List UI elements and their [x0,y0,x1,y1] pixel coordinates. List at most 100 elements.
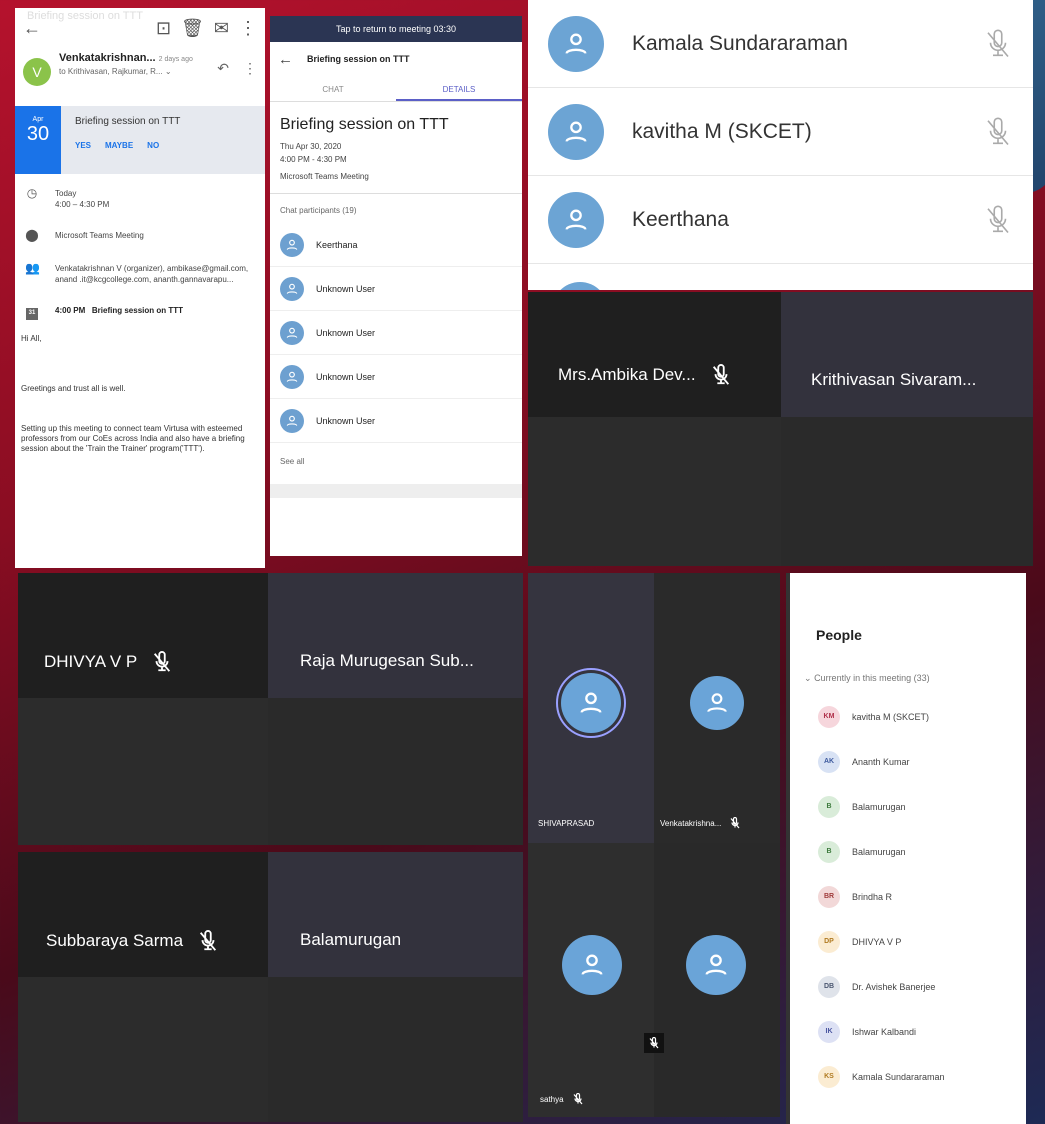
sender-time: 2 days ago [158,56,193,63]
chat-participant-row[interactable]: Unknown User [270,267,522,311]
chat-participants-label: Chat participants (19) [280,206,357,215]
reply-icon[interactable]: ↶ [217,60,229,77]
mic-off-icon [987,28,1009,57]
avatar [280,320,304,345]
video-tile[interactable]: Mrs.Ambika Dev... [528,292,781,417]
participant-name: Balamurugan [300,930,402,949]
return-to-meeting-banner[interactable]: Tap to return to meeting 03:30 [270,16,522,42]
chevron-down-icon[interactable]: ⌄ [165,67,172,76]
initials-avatar: IK [818,1020,840,1043]
participant-name: DHIVYA V P [44,652,138,671]
avatar [280,232,304,257]
participant-name: Raja Murugesan Sub... [300,651,474,670]
details-tabs: CHAT DETAILS [270,76,522,102]
person-icon [565,209,587,230]
people-list-item[interactable]: AK Ananth Kumar [790,739,1026,784]
see-all-link[interactable]: See all [270,443,522,480]
avatar [690,676,744,730]
people-list-item[interactable]: B Balamurugan [790,829,1026,874]
video-tile[interactable]: DHIVYA V P [18,573,268,698]
person-icon [707,693,727,713]
invite-title: Briefing session on TTT [75,116,181,127]
when-time: 4:00 – 4:30 PM [55,200,110,209]
people-list-item[interactable]: BR Brindha R [790,874,1026,919]
initials-avatar: KM [818,705,840,728]
avatar [548,191,604,248]
people-list-item[interactable]: IK Ishwar Kalbandi [790,1009,1026,1054]
calendar-invite-card: Apr 30 Briefing session on TTT YES MAYBE… [15,106,265,174]
avatar [561,673,621,733]
video-tile[interactable]: Balamurugan [268,852,523,977]
video-tile[interactable]: sathya [528,843,654,1117]
people-list-item[interactable]: B Balamurugan [790,784,1026,829]
video-tile[interactable]: Krithivasan Sivaram... [781,292,1033,417]
invite-month: Apr [32,116,44,123]
greeting-text: Hi All, [21,333,42,343]
member-name: DHIVYA V P [852,936,902,947]
video-tile[interactable]: Venkatakrishna... [654,573,780,843]
recipients-line[interactable]: to Krithivasan, Rajkumar, R... [59,67,163,76]
avatar [280,276,304,301]
video-tile-empty [781,417,1033,566]
video-tile[interactable]: Raja Murugesan Sub... [268,573,523,698]
sender-name: Venkatakrishnan... [59,52,156,64]
back-arrow-icon[interactable]: ← [278,51,293,68]
sender-row: V Venkatakrishnan... 2 days ago to Krithi… [15,48,265,90]
chat-participant-row[interactable]: Unknown User [270,311,522,355]
rsvp-no-button[interactable]: NO [147,141,159,150]
avatar [686,935,746,995]
video-tile[interactable]: SHIVAPRASAD [528,573,654,843]
member-name: kavitha M (SKCET) [852,711,930,722]
attendees-text: Venkatakrishnan V (organizer), ambikase@… [55,264,249,284]
rsvp-maybe-button[interactable]: MAYBE [105,141,133,150]
mail-icon[interactable]: ✉ [214,18,229,39]
participant-row[interactable]: Kamala Sundararaman [528,0,1033,88]
clock-icon: ◷ [26,186,38,200]
details-footer-bar [270,484,522,498]
video-tile[interactable] [644,843,780,1117]
member-name: Balamurugan [852,846,906,857]
archive-icon[interactable]: ⊡ [156,18,171,39]
more-vert-icon[interactable]: ⋮ [239,18,257,39]
delete-icon[interactable]: 🗑 [181,18,204,39]
initials-avatar: KS [818,1065,840,1088]
people-list-item[interactable]: KM kavitha M (SKCET) [790,694,1026,739]
avatar-video-grid: SHIVAPRASAD Venkatakrishna... sathya [528,573,780,1117]
tab-chat[interactable]: CHAT [270,76,396,101]
sender-avatar: V [23,58,51,86]
initials-avatar: B [818,795,840,818]
event-time: 4:00 PM [55,306,86,315]
meeting-time: 4:00 PM - 4:30 PM [280,155,347,164]
chat-participant-row[interactable]: Unknown User [270,399,522,443]
body-paragraph-2: Setting up this meeting to connect team … [21,423,245,453]
event-row[interactable]: 31 4:00 PM Briefing session on TTT [15,305,265,320]
chevron-down-icon: ⌄ [804,673,812,683]
initials-avatar: DB [818,975,840,998]
location-row: ⬤ Microsoft Teams Meeting [15,228,265,242]
location-text: Microsoft Teams Meeting [55,231,144,240]
invite-date-block: Apr 30 [15,106,61,174]
person-icon [565,121,587,142]
initials-avatar: BR [818,885,840,908]
video-tile[interactable]: Subbaraya Sarma [18,852,268,977]
location-pin-icon: ⬤ [25,228,39,242]
attendees-row: 👥 Venkatakrishnan V (organizer), ambikas… [15,262,265,285]
rsvp-yes-button[interactable]: YES [75,141,91,150]
people-list-item[interactable]: DP DHIVYA V P [790,919,1026,964]
more-vert-icon[interactable]: ⋮ [243,60,257,77]
body-paragraph-1: Greetings and trust all is well. [21,383,126,393]
chat-participant-row[interactable]: Keerthana [270,223,522,267]
video-tile-empty [268,977,523,1122]
people-list-item[interactable]: KS Kamala Sundararaman [790,1054,1026,1099]
tab-details[interactable]: DETAILS [396,76,522,101]
currently-in-meeting-toggle[interactable]: ⌄ Currently in this meeting (33) [790,643,1026,694]
avatar [548,103,604,160]
person-icon [286,283,298,294]
participant-row[interactable]: kavitha M (SKCET) [528,88,1033,176]
people-list-item[interactable]: DB Dr. Avishek Banerjee [790,964,1026,1009]
participant-name: Mrs.Ambika Dev... [558,365,696,384]
chat-participant-row[interactable]: Unknown User [270,355,522,399]
initials-avatar: AK [818,750,840,773]
participant-row[interactable]: Keerthana [528,176,1033,264]
avatar [562,935,622,995]
